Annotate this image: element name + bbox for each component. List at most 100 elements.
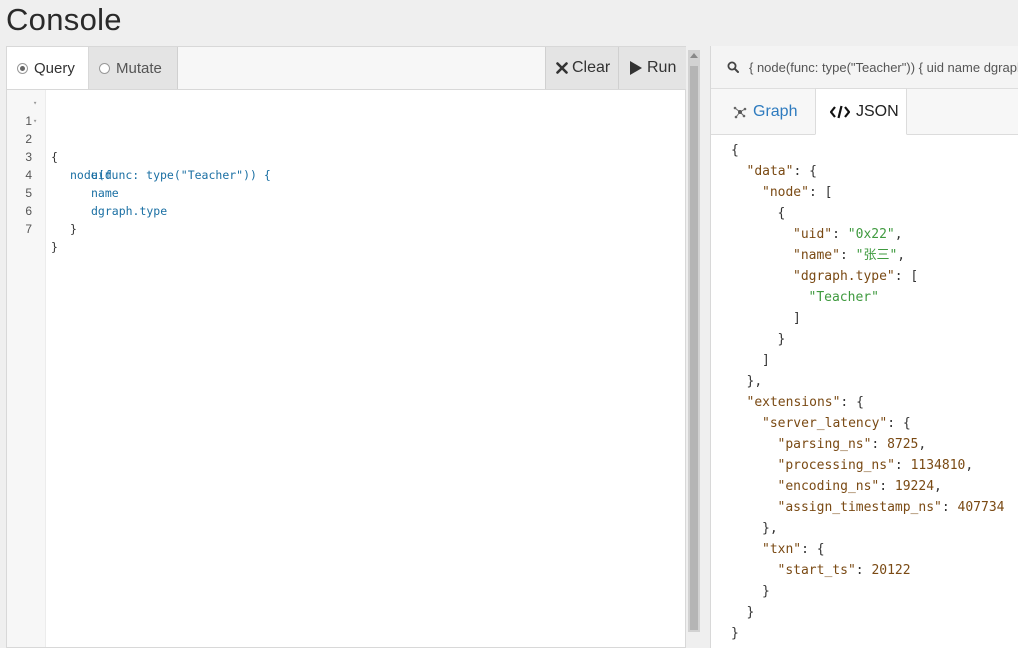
clear-button[interactable]: Clear (545, 47, 618, 89)
code-line: 6 } (7, 184, 677, 236)
query-editor-panel: Query Mutate Clear Run 1 ▾ { 2 ▾ node(fu… (6, 46, 686, 648)
json-line: { (778, 203, 786, 224)
json-key: "extensions" (746, 395, 841, 410)
json-punctuation: : { (793, 164, 817, 179)
line-number: 7 (25, 222, 32, 236)
json-punctuation: ] (793, 311, 801, 326)
json-key: "txn" (762, 542, 802, 557)
play-icon (629, 60, 643, 76)
json-line: }, (747, 371, 763, 392)
code-line: 7 } (7, 202, 677, 254)
json-key: "assign_timestamp_ns" (777, 500, 942, 515)
json-line: ] (793, 308, 801, 329)
json-punctuation: , (918, 437, 927, 452)
json-line: } (778, 329, 786, 350)
code-line: 2 ▾ node(func: type("Teacher")) { (7, 112, 677, 182)
json-line: "server_latency": { (762, 413, 911, 434)
json-key: "data" (746, 164, 794, 179)
mutate-radio-icon[interactable] (99, 62, 110, 74)
json-punctuation: : { (887, 416, 911, 431)
json-punctuation: { (777, 206, 786, 221)
json-punctuation: : (832, 227, 848, 242)
json-key: "uid" (793, 227, 833, 242)
json-string-value: "0x22" (847, 227, 895, 242)
code-line: 3 uid (7, 130, 677, 182)
json-line: "uid": "0x22", (793, 224, 903, 245)
query-summary-bar[interactable]: { node(func: type("Teacher")) { uid name… (711, 46, 1018, 89)
json-string-value: "Teacher" (808, 290, 879, 305)
json-punctuation: ] (762, 353, 770, 368)
json-punctuation: , (894, 227, 903, 242)
query-mode-label: Query (34, 59, 75, 77)
json-number-value: 8725 (887, 437, 919, 452)
json-punctuation: : (941, 500, 958, 515)
json-punctuation: } (746, 605, 755, 620)
json-punctuation: { (731, 143, 739, 158)
json-line: } (731, 623, 739, 644)
query-mode-button[interactable]: Query (7, 47, 89, 89)
tab-graph[interactable]: Graph (733, 89, 797, 135)
json-number-value: 407734 (957, 500, 1005, 515)
json-punctuation: } (777, 332, 786, 347)
json-key: "server_latency" (762, 416, 888, 431)
json-line: } (762, 581, 770, 602)
code-editor[interactable]: 1 ▾ { 2 ▾ node(func: type("Teacher")) { … (7, 90, 685, 647)
tab-graph-label: Graph (753, 103, 798, 120)
code-text: } (51, 240, 58, 254)
json-punctuation: : (839, 248, 856, 263)
json-punctuation: } (731, 626, 739, 641)
json-line: "Teacher" (809, 287, 879, 308)
result-tabs: Graph JSON (711, 88, 1018, 135)
json-key: "processing_ns" (777, 458, 895, 473)
json-line: "start_ts": 20122 (778, 560, 911, 581)
json-line: { (731, 140, 739, 161)
json-line: }, (762, 518, 778, 539)
json-line: "node": [ (762, 182, 832, 203)
json-punctuation: , (897, 248, 906, 263)
json-punctuation: : (894, 458, 911, 473)
tab-json-label: JSON (856, 102, 899, 120)
close-icon (556, 62, 568, 74)
fold-arrow-icon[interactable]: ▾ (33, 94, 37, 112)
json-number-value: 1134810 (910, 458, 966, 473)
json-punctuation: } (762, 584, 770, 599)
code-line: 1 ▾ { (7, 94, 677, 164)
json-line: "parsing_ns": 8725, (778, 434, 927, 455)
mutate-mode-button[interactable]: Mutate (89, 47, 178, 89)
clear-button-label: Clear (572, 59, 611, 76)
code-text: } (70, 222, 77, 236)
results-panel: { node(func: type("Teacher")) { uid name… (710, 46, 1018, 648)
json-punctuation: : (871, 437, 888, 452)
json-line: "encoding_ns": 19224, (778, 476, 942, 497)
json-line: ] (762, 350, 770, 371)
code-icon (830, 105, 850, 119)
editor-toolbar: Query Mutate Clear Run (7, 47, 686, 90)
query-summary-text: { node(func: type("Teacher")) { uid name… (749, 59, 1018, 75)
json-key: "encoding_ns" (777, 479, 880, 494)
mutate-mode-label: Mutate (116, 59, 162, 77)
fold-arrow-icon[interactable]: ▾ (33, 112, 37, 130)
code-line: 4 name (7, 148, 677, 200)
json-punctuation: }, (762, 521, 778, 536)
json-punctuation: : [ (894, 269, 919, 284)
code-line: 5 dgraph.type (7, 166, 677, 218)
tab-json[interactable]: JSON (815, 88, 907, 135)
json-key: "node" (762, 185, 809, 200)
json-string-value: "张三" (855, 248, 898, 263)
json-line: } (747, 602, 755, 623)
page-title: Console (6, 2, 122, 37)
json-number-value: 19224 (894, 479, 935, 494)
scroll-up-arrow-icon[interactable] (690, 53, 698, 58)
json-key: "parsing_ns" (777, 437, 872, 452)
scrollbar-thumb[interactable] (690, 66, 698, 630)
json-line: "name": "张三", (793, 245, 905, 266)
json-number-value: 20122 (871, 563, 911, 578)
query-radio-icon[interactable] (17, 62, 28, 74)
json-line: "data": { (747, 161, 817, 182)
run-button[interactable]: Run (618, 47, 686, 89)
json-output: {"data": {"node": [{"uid": "0x22", "name"… (711, 136, 1018, 648)
editor-scrollbar[interactable] (688, 50, 700, 632)
json-punctuation: : { (840, 395, 864, 410)
json-punctuation: , (965, 458, 974, 473)
json-key: "name" (793, 248, 840, 263)
